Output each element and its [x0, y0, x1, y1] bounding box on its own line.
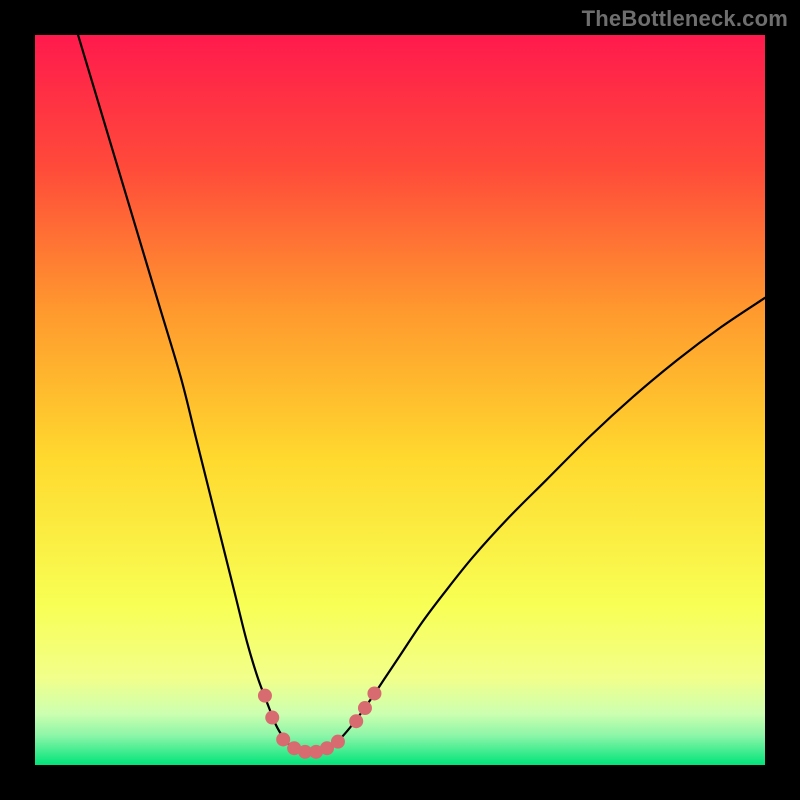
- chart-svg: [35, 35, 765, 765]
- data-marker: [258, 689, 272, 703]
- data-marker: [358, 701, 372, 715]
- data-marker: [331, 735, 345, 749]
- chart-frame: TheBottleneck.com: [0, 0, 800, 800]
- watermark-text: TheBottleneck.com: [582, 6, 788, 32]
- plot-area: [35, 35, 765, 765]
- data-marker: [265, 711, 279, 725]
- data-marker: [276, 732, 290, 746]
- data-marker: [367, 686, 381, 700]
- data-marker: [349, 714, 363, 728]
